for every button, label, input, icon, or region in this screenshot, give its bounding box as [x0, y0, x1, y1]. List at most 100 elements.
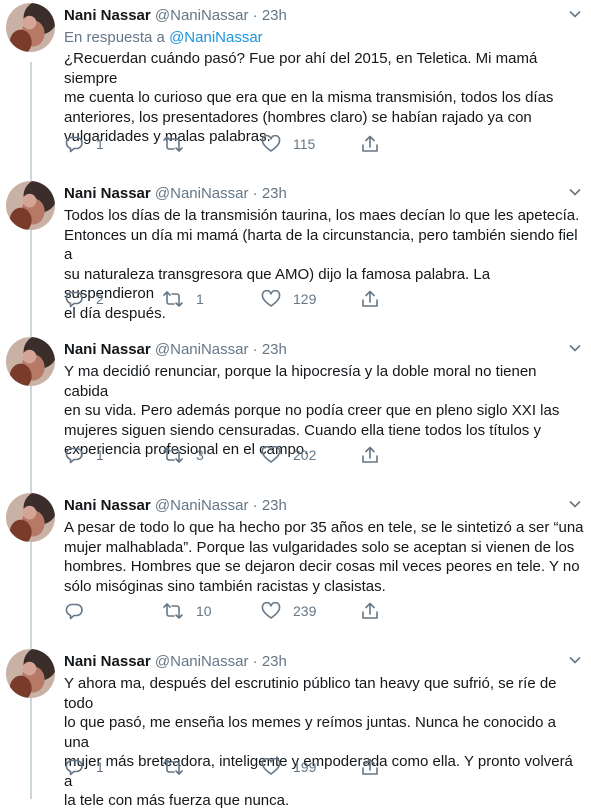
- share-icon: [360, 446, 380, 464]
- share-icon: [360, 602, 380, 620]
- like-button[interactable]: 239: [261, 601, 316, 621]
- like-count: 202: [293, 447, 317, 463]
- reply-icon: [64, 290, 84, 308]
- retweet-icon: [162, 602, 184, 620]
- chevron-down-icon[interactable]: [565, 494, 585, 514]
- tweet[interactable]: Nani Nassar @NaniNassar · 23h En respues…: [0, 0, 591, 160]
- heart-icon: [261, 135, 281, 153]
- author-name[interactable]: Nani Nassar: [64, 185, 151, 202]
- tweet-actions: 1 115: [64, 134, 394, 154]
- chevron-down-icon[interactable]: [565, 650, 585, 670]
- tweet-actions: 1 3 202: [64, 445, 394, 465]
- avatar[interactable]: [6, 3, 55, 52]
- avatar[interactable]: [6, 649, 55, 698]
- retweet-button[interactable]: 3: [162, 445, 204, 465]
- avatar[interactable]: [6, 181, 55, 230]
- tweet-text: ¿Recuerdan cuándo pasó? Fue por ahí del …: [64, 50, 554, 145]
- author-handle[interactable]: @NaniNassar: [155, 653, 249, 670]
- reply-count: 1: [96, 447, 104, 463]
- separator-dot: ·: [252, 341, 258, 358]
- author-name[interactable]: Nani Nassar: [64, 497, 151, 514]
- avatar[interactable]: [6, 337, 55, 386]
- author-handle[interactable]: @NaniNassar: [155, 7, 249, 24]
- heart-icon: [261, 290, 281, 308]
- share-button[interactable]: [360, 134, 380, 154]
- author-name[interactable]: Nani Nassar: [64, 341, 151, 358]
- share-icon: [360, 290, 380, 308]
- chevron-down-icon[interactable]: [565, 182, 585, 202]
- retweet-icon: [162, 758, 184, 776]
- like-button[interactable]: 199: [261, 757, 316, 777]
- share-icon: [360, 758, 380, 776]
- reply-button[interactable]: 2: [64, 289, 104, 309]
- tweet[interactable]: Nani Nassar @NaniNassar · 23h Y ma decid…: [0, 334, 591, 484]
- separator-dot: ·: [252, 185, 258, 202]
- reply-icon: [64, 446, 84, 464]
- tweet-actions: 1 199: [64, 757, 394, 777]
- author-handle[interactable]: @NaniNassar: [155, 185, 249, 202]
- tweet-text: Y ahora ma, después del escrutinio públi…: [64, 675, 573, 809]
- reply-button[interactable]: 1: [64, 757, 104, 777]
- tweet-header: Nani Nassar @NaniNassar · 23h: [64, 6, 287, 26]
- tweet-time[interactable]: 23h: [262, 7, 287, 24]
- tweet-time[interactable]: 23h: [262, 185, 287, 202]
- reply-button[interactable]: 1: [64, 134, 104, 154]
- heart-icon: [261, 758, 281, 776]
- like-button[interactable]: 129: [261, 289, 316, 309]
- reply-count: 1: [96, 136, 104, 152]
- avatar[interactable]: [6, 493, 55, 542]
- separator-dot: ·: [252, 653, 258, 670]
- tweet-header: Nani Nassar @NaniNassar · 23h: [64, 496, 287, 516]
- reply-icon: [64, 758, 84, 776]
- tweet-text: A pesar de todo lo que ha hecho por 35 a…: [64, 519, 584, 595]
- reply-button[interactable]: 1: [64, 445, 104, 465]
- retweet-count: 3: [196, 447, 204, 463]
- chevron-down-icon[interactable]: [565, 4, 585, 24]
- tweet-time[interactable]: 23h: [262, 341, 287, 358]
- author-name[interactable]: Nani Nassar: [64, 653, 151, 670]
- separator-dot: ·: [252, 497, 258, 514]
- retweet-button[interactable]: 1: [162, 289, 204, 309]
- like-count: 115: [293, 136, 316, 152]
- reply-icon: [64, 602, 84, 620]
- tweet[interactable]: Nani Nassar @NaniNassar · 23h A pesar de…: [0, 490, 591, 640]
- author-handle[interactable]: @NaniNassar: [155, 497, 249, 514]
- heart-icon: [261, 446, 281, 464]
- reply-button[interactable]: [64, 601, 96, 621]
- retweet-button[interactable]: [162, 757, 196, 777]
- tweet-thread: Nani Nassar @NaniNassar · 23h En respues…: [0, 0, 591, 809]
- tweet-header: Nani Nassar @NaniNassar · 23h: [64, 652, 287, 672]
- reply-count: 1: [96, 759, 104, 775]
- author-name[interactable]: Nani Nassar: [64, 7, 151, 24]
- retweet-count: 10: [196, 603, 212, 619]
- reply-count: 2: [96, 291, 104, 307]
- share-icon: [360, 135, 380, 153]
- tweet[interactable]: Nani Nassar @NaniNassar · 23h Y ahora ma…: [0, 646, 591, 809]
- retweet-button[interactable]: 10: [162, 601, 212, 621]
- chevron-down-icon[interactable]: [565, 338, 585, 358]
- tweet-time[interactable]: 23h: [262, 497, 287, 514]
- like-button[interactable]: 115: [261, 134, 315, 154]
- retweet-icon: [162, 290, 184, 308]
- reply-context: En respuesta a @NaniNassar: [64, 28, 263, 48]
- like-count: 199: [293, 759, 317, 775]
- share-button[interactable]: [360, 757, 380, 777]
- share-button[interactable]: [360, 445, 380, 465]
- retweet-icon: [162, 446, 184, 464]
- retweet-button[interactable]: [162, 134, 196, 154]
- tweet-actions: 2 1 129: [64, 289, 394, 309]
- reply-handle-link[interactable]: @NaniNassar: [169, 29, 263, 46]
- like-count: 129: [293, 291, 317, 307]
- tweet[interactable]: Nani Nassar @NaniNassar · 23h Todos los …: [0, 178, 591, 328]
- retweet-icon: [162, 135, 184, 153]
- reply-icon: [64, 135, 84, 153]
- share-button[interactable]: [360, 289, 380, 309]
- share-button[interactable]: [360, 601, 380, 621]
- tweet-time[interactable]: 23h: [262, 653, 287, 670]
- like-button[interactable]: 202: [261, 445, 316, 465]
- separator-dot: ·: [252, 7, 258, 24]
- retweet-count: 1: [196, 291, 204, 307]
- tweet-actions: 10 239: [64, 601, 394, 621]
- author-handle[interactable]: @NaniNassar: [155, 341, 249, 358]
- reply-prefix: En respuesta a: [64, 29, 165, 46]
